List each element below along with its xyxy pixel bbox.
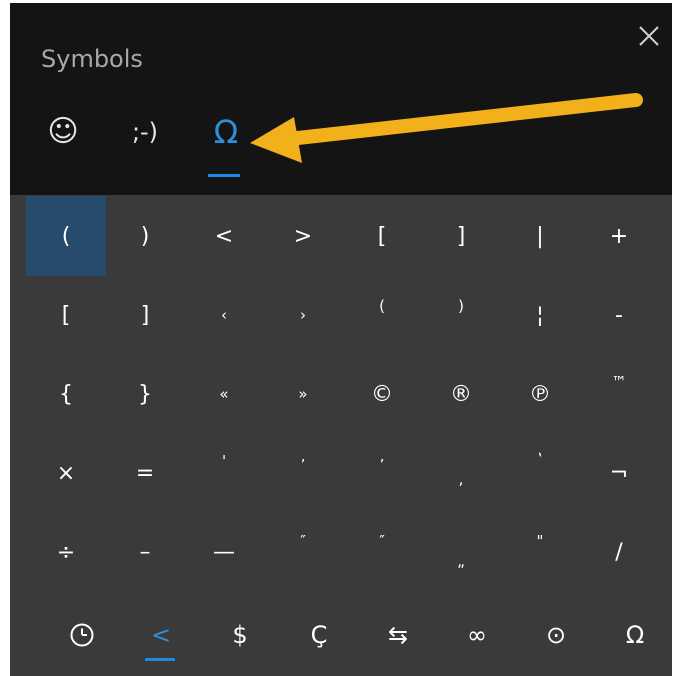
category-punctuation[interactable]: < <box>121 593 201 676</box>
symbol-cell[interactable]: » <box>263 354 343 434</box>
symbol-cell[interactable]: ʼ <box>342 425 422 505</box>
smiley-icon: ☺ <box>47 114 79 149</box>
symbol-cell[interactable]: ® <box>421 354 501 434</box>
symbol-cell[interactable]: , <box>421 439 501 519</box>
symbol-cell[interactable]: = <box>105 433 185 513</box>
symbol-cell[interactable]: ] <box>105 275 185 355</box>
clock-icon <box>70 623 94 646</box>
symbol-cell[interactable]: ʽ <box>500 421 580 501</box>
symbol-cell[interactable]: ¬ <box>579 433 659 513</box>
symbol-cell[interactable]: ( <box>342 266 422 346</box>
category-geometric[interactable]: ⊙ <box>516 593 596 676</box>
symbol-cell[interactable]: — <box>184 512 264 592</box>
symbols-panel: Symbols ☺ ;-) Ω ( ) < > [] | + [] ‹ › … <box>10 3 672 676</box>
tab-symbols[interactable]: Ω <box>203 115 249 177</box>
symbol-cell[interactable]: } <box>105 354 185 434</box>
symbol-cell[interactable]: ¦ <box>500 275 580 355</box>
category-arrows[interactable]: ⇆ <box>358 593 438 676</box>
symbol-cell[interactable]: ] <box>421 196 501 276</box>
punctuation-icon: < <box>150 620 172 649</box>
symbol-cell[interactable]: < <box>184 196 264 276</box>
omega-icon: Ω <box>213 113 239 151</box>
symbol-cell[interactable]: ″ <box>342 501 422 581</box>
symbol-cell[interactable]: „ <box>421 521 501 601</box>
symbol-cell[interactable]: ʼ <box>263 425 343 505</box>
symbol-cell[interactable]: × <box>26 433 106 513</box>
category-latin[interactable]: Ç <box>279 593 359 676</box>
symbol-cell[interactable]: ™ <box>579 342 659 422</box>
category-currency[interactable]: $ <box>200 593 280 676</box>
tab-emoji[interactable]: ☺ <box>40 115 86 177</box>
symbol-cell[interactable]: { <box>26 354 106 434</box>
symbol-cell[interactable]: ) <box>105 196 185 276</box>
symbol-cell[interactable]: | <box>500 196 580 276</box>
symbol-cell[interactable]: ‹ <box>184 275 264 355</box>
math-icon: ∞ <box>467 620 487 649</box>
symbol-cell[interactable]: / <box>579 512 659 592</box>
arrows-icon: ⇆ <box>387 620 409 649</box>
language-icon: Ω <box>625 620 645 649</box>
symbol-cell[interactable]: ) <box>421 266 501 346</box>
symbol-cell[interactable]: " <box>500 501 580 581</box>
symbol-cell[interactable]: ÷ <box>26 512 106 592</box>
active-category-underline <box>145 658 175 661</box>
tab-kaomoji[interactable]: ;-) <box>120 115 170 177</box>
category-math[interactable]: ∞ <box>437 593 517 676</box>
tab-bar: ☺ ;-) Ω <box>10 3 672 195</box>
symbol-cell[interactable]: [ <box>26 275 106 355</box>
geometric-icon: ⊙ <box>545 620 567 649</box>
currency-icon: $ <box>232 620 248 649</box>
symbol-cell[interactable]: ″ <box>263 501 343 581</box>
symbol-cell[interactable]: © <box>342 354 422 434</box>
category-recent[interactable] <box>42 593 122 676</box>
symbol-cell[interactable]: › <box>263 275 343 355</box>
panel-header: Symbols ☺ ;-) Ω <box>10 3 672 195</box>
symbol-cell[interactable]: ' <box>184 421 264 501</box>
symbol-cell[interactable]: > <box>263 196 343 276</box>
symbol-cell[interactable]: ( <box>26 196 106 276</box>
kaomoji-icon: ;-) <box>131 118 159 146</box>
category-language[interactable]: Ω <box>595 593 672 676</box>
symbol-cell[interactable]: – <box>105 512 185 592</box>
symbol-cell[interactable]: [ <box>342 196 422 276</box>
symbol-cell[interactable]: + <box>579 196 659 276</box>
active-tab-underline <box>208 174 240 177</box>
category-bar: < $ Ç ⇆ ∞ ⊙ Ω <box>26 593 660 676</box>
latin-icon: Ç <box>310 620 328 649</box>
